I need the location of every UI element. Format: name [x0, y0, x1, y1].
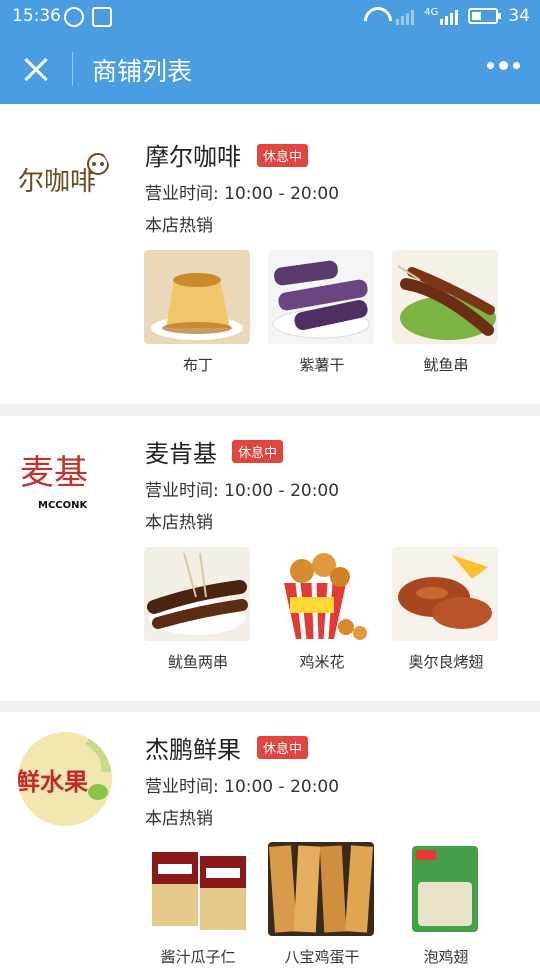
product-item[interactable]: 紫薯干	[268, 250, 376, 375]
signal-icon	[440, 7, 459, 25]
product-item[interactable]: 泡鸡翅	[392, 842, 500, 967]
network-type-label: 4G	[424, 6, 439, 18]
product-name: 泡鸡翅	[423, 948, 469, 966]
battery-level: 34	[508, 6, 530, 26]
chat-notification-icon	[64, 7, 84, 27]
svg-text:尔咖啡: 尔咖啡	[18, 167, 96, 197]
product-image	[144, 250, 250, 344]
battery-icon	[468, 8, 502, 24]
shop-card[interactable]: 尔咖啡 摩尔咖啡 休息中 营业时间: 10:00 - 20:00 本店热销 布丁	[0, 104, 540, 404]
shop-card[interactable]: 麦基 MCCONK 麦肯基 休息中 营业时间: 10:00 - 20:00 本店…	[0, 416, 540, 701]
business-hours: 营业时间: 10:00 - 20:00	[145, 481, 340, 501]
shop-name: 杰鹏鲜果	[145, 736, 241, 764]
product-image	[268, 547, 374, 641]
image-notification-icon	[92, 7, 112, 27]
nav-divider	[72, 52, 73, 86]
nav-bar: 商铺列表	[0, 34, 540, 104]
wifi-icon	[364, 7, 386, 25]
product-image	[392, 250, 498, 344]
product-name: 布丁	[182, 356, 213, 374]
product-image	[144, 547, 250, 641]
shop-name: 麦肯基	[145, 440, 217, 468]
mcconk-logo-icon: 麦基 MCCONK	[20, 453, 88, 511]
product-item[interactable]: 鱿鱼两串	[144, 547, 252, 672]
hot-sales-label: 本店热销	[145, 513, 213, 533]
business-hours: 营业时间: 10:00 - 20:00	[145, 777, 340, 797]
product-name: 八宝鸡蛋干	[284, 948, 360, 966]
product-name: 酱汁瓜子仁	[160, 948, 236, 966]
shop-logo: 麦基 MCCONK	[18, 434, 112, 528]
shop-logo: 鲜水果	[18, 732, 112, 826]
product-item[interactable]: 奥尔良烤翅	[392, 547, 500, 672]
status-time: 15:36	[12, 6, 61, 26]
svg-text:麦基: 麦基	[20, 453, 88, 493]
page-title: 商铺列表	[92, 57, 193, 86]
product-image	[268, 842, 374, 936]
product-name: 鱿鱼串	[423, 356, 469, 374]
product-image	[392, 842, 498, 936]
status-badge: 休息中	[232, 440, 284, 463]
fruit-logo-icon: 鲜水果	[18, 732, 112, 826]
status-badge: 休息中	[257, 736, 309, 759]
shop-card[interactable]: 鲜水果 杰鹏鲜果 休息中 营业时间: 10:00 - 20:00 本店热销 酱汁…	[0, 712, 540, 972]
product-image	[392, 547, 498, 641]
status-bar: 15:36 4G 34	[0, 0, 540, 34]
product-item[interactable]: 鸡米花	[268, 547, 376, 672]
product-image	[268, 250, 374, 344]
product-name: 鸡米花	[299, 653, 345, 671]
shop-logo: 尔咖啡	[18, 134, 112, 228]
product-name: 鱿鱼两串	[167, 653, 228, 671]
product-item[interactable]: 八宝鸡蛋干	[268, 842, 376, 967]
product-item[interactable]: 酱汁瓜子仁	[144, 842, 252, 967]
product-item[interactable]: 鱿鱼串	[392, 250, 500, 375]
product-image	[144, 842, 250, 936]
close-icon[interactable]	[18, 52, 54, 88]
product-name: 奥尔良烤翅	[408, 653, 484, 671]
more-options-icon[interactable]	[487, 61, 520, 70]
status-badge: 休息中	[257, 144, 309, 167]
product-name: 紫薯干	[299, 356, 345, 374]
product-item[interactable]: 布丁	[144, 250, 252, 375]
hot-sales-label: 本店热销	[145, 216, 213, 236]
business-hours: 营业时间: 10:00 - 20:00	[145, 184, 340, 204]
coffee-logo-icon: 尔咖啡	[18, 153, 109, 197]
shop-name: 摩尔咖啡	[145, 143, 241, 171]
signal-empty-icon	[396, 7, 415, 25]
svg-text:MCCONK: MCCONK	[38, 500, 88, 511]
svg-text:鲜水果: 鲜水果	[18, 768, 88, 796]
hot-sales-label: 本店热销	[145, 809, 213, 829]
